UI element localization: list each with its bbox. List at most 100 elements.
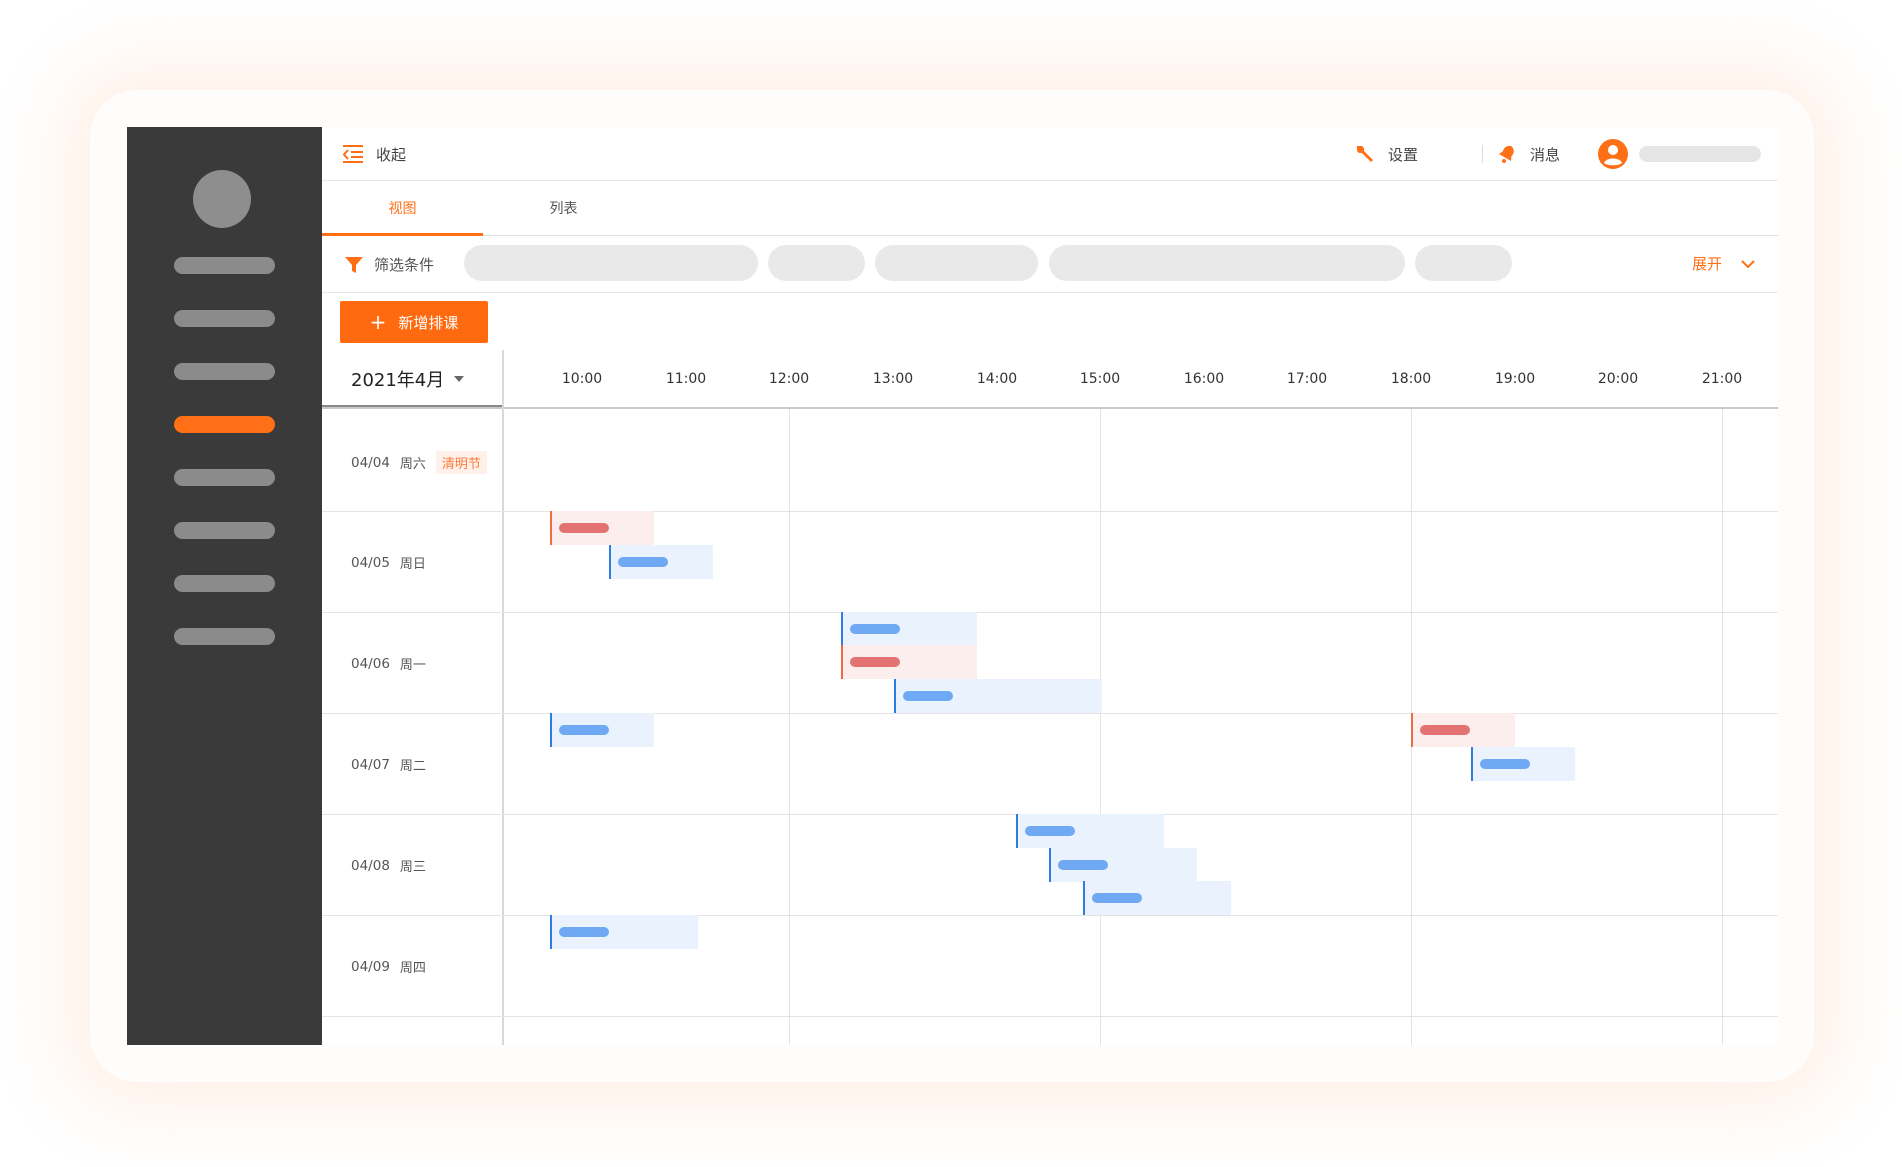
schedule-event[interactable] bbox=[894, 679, 1102, 713]
collapse-button[interactable]: 收起 bbox=[342, 143, 406, 165]
user-name-placeholder[interactable] bbox=[1639, 146, 1761, 162]
event-title-placeholder bbox=[1480, 759, 1530, 769]
day-row-label: 04/06 周一 bbox=[351, 654, 426, 674]
time-label: 19:00 bbox=[1494, 371, 1536, 387]
expand-button[interactable]: 展开 bbox=[1692, 253, 1756, 274]
app-window: 收起 设置 消息 视图 列表 筛选条件 展开 + 新增排课 2021年4月 10… bbox=[127, 127, 1778, 1045]
day-date: 04/08 bbox=[351, 857, 390, 874]
user-avatar-icon[interactable] bbox=[1597, 138, 1629, 170]
time-label: 10:00 bbox=[561, 371, 603, 387]
day-weekday: 周三 bbox=[399, 860, 426, 875]
filter-bar: 筛选条件 展开 bbox=[322, 236, 1778, 293]
schedule-event[interactable] bbox=[841, 645, 977, 679]
messages-label: 消息 bbox=[1530, 145, 1561, 164]
event-title-placeholder bbox=[1420, 725, 1470, 735]
filter-pill-5[interactable] bbox=[1415, 245, 1512, 281]
time-label: 17:00 bbox=[1286, 371, 1328, 387]
time-label: 12:00 bbox=[768, 371, 810, 387]
day-date: 04/04 bbox=[351, 454, 390, 471]
event-title-placeholder bbox=[559, 725, 609, 735]
time-label: 15:00 bbox=[1079, 371, 1121, 387]
filter-title: 筛选条件 bbox=[344, 254, 434, 275]
filter-pill-4[interactable] bbox=[1049, 245, 1405, 281]
plus-icon: + bbox=[369, 310, 387, 334]
day-row-label: 04/09 周四 bbox=[351, 957, 426, 977]
day-row-label: 04/08 周三 bbox=[351, 856, 426, 876]
wrench-icon bbox=[1357, 146, 1373, 162]
grid-hline bbox=[322, 612, 1778, 613]
view-tabs: 视图 列表 bbox=[322, 181, 1778, 236]
sidebar-item-3[interactable] bbox=[174, 363, 275, 380]
grid-hline bbox=[322, 1016, 1778, 1017]
add-schedule-button[interactable]: + 新增排课 bbox=[340, 301, 488, 343]
event-title-placeholder bbox=[1058, 860, 1108, 870]
day-weekday: 周六 bbox=[399, 457, 426, 472]
expand-label: 展开 bbox=[1692, 255, 1723, 273]
filter-funnel-icon bbox=[345, 256, 363, 273]
event-title-placeholder bbox=[618, 557, 668, 567]
schedule-event[interactable] bbox=[1083, 881, 1231, 915]
time-label: 14:00 bbox=[976, 371, 1018, 387]
collapse-label: 收起 bbox=[376, 145, 407, 164]
sidebar-item-2[interactable] bbox=[174, 310, 275, 327]
settings-button[interactable]: 设置 bbox=[1354, 141, 1418, 167]
grid-vline bbox=[1722, 409, 1723, 1045]
schedule-event[interactable] bbox=[550, 915, 698, 949]
event-title-placeholder bbox=[559, 523, 609, 533]
sidebar-item-1[interactable] bbox=[174, 257, 275, 274]
schedule-event[interactable] bbox=[1049, 848, 1197, 882]
schedule-grid: 2021年4月 10:00 11:00 12:00 13:00 14:00 15… bbox=[322, 350, 1778, 1045]
topbar-divider bbox=[1482, 145, 1483, 163]
day-row-label: 04/04 周六 清明节 bbox=[351, 451, 487, 474]
filter-pill-3[interactable] bbox=[875, 245, 1038, 281]
month-selector[interactable]: 2021年4月 bbox=[351, 366, 465, 392]
schedule-event[interactable] bbox=[841, 612, 977, 646]
tab-view[interactable]: 视图 bbox=[322, 181, 483, 236]
schedule-event[interactable] bbox=[1471, 747, 1575, 781]
filter-pill-1[interactable] bbox=[464, 245, 758, 281]
time-label: 16:00 bbox=[1183, 371, 1225, 387]
grid-hline bbox=[322, 713, 1778, 714]
schedule-event[interactable] bbox=[1016, 814, 1164, 848]
sidebar-item-5[interactable] bbox=[174, 469, 275, 486]
grid-vline bbox=[789, 409, 790, 1045]
add-schedule-label: 新增排课 bbox=[398, 313, 459, 332]
grid-hline bbox=[322, 511, 1778, 512]
event-title-placeholder bbox=[903, 691, 953, 701]
event-title-placeholder bbox=[1025, 826, 1075, 836]
grid-vline bbox=[1100, 409, 1101, 1045]
time-label: 21:00 bbox=[1701, 371, 1743, 387]
collapse-menu-icon bbox=[342, 145, 363, 163]
schedule-event[interactable] bbox=[550, 713, 654, 747]
month-underline bbox=[322, 405, 502, 407]
sidebar-item-7[interactable] bbox=[174, 575, 275, 592]
sidebar-item-6[interactable] bbox=[174, 522, 275, 539]
filter-label: 筛选条件 bbox=[374, 256, 435, 274]
day-date: 04/05 bbox=[351, 554, 390, 571]
day-row-label: 04/07 周二 bbox=[351, 755, 426, 775]
sidebar-avatar[interactable] bbox=[193, 170, 251, 228]
day-date: 04/09 bbox=[351, 958, 390, 975]
time-label: 11:00 bbox=[665, 371, 707, 387]
chevron-down-icon bbox=[1741, 259, 1755, 268]
schedule-event[interactable] bbox=[550, 511, 654, 545]
sidebar-item-8[interactable] bbox=[174, 628, 275, 645]
schedule-event[interactable] bbox=[609, 545, 713, 579]
grid-header: 2021年4月 10:00 11:00 12:00 13:00 14:00 15… bbox=[322, 350, 1778, 409]
event-title-placeholder bbox=[850, 657, 900, 667]
day-row-label: 04/05 周日 bbox=[351, 553, 426, 573]
filter-pill-2[interactable] bbox=[768, 245, 865, 281]
settings-label: 设置 bbox=[1388, 145, 1419, 164]
sidebar-item-active[interactable] bbox=[174, 416, 275, 433]
event-title-placeholder bbox=[1092, 893, 1142, 903]
time-label: 13:00 bbox=[872, 371, 914, 387]
time-label: 18:00 bbox=[1390, 371, 1432, 387]
sidebar bbox=[127, 127, 322, 1045]
schedule-event[interactable] bbox=[1411, 713, 1515, 747]
holiday-badge: 清明节 bbox=[435, 451, 487, 474]
tab-list[interactable]: 列表 bbox=[483, 181, 644, 235]
day-date: 04/07 bbox=[351, 756, 390, 773]
grid-hline bbox=[322, 915, 1778, 916]
messages-button[interactable]: 消息 bbox=[1496, 141, 1560, 167]
month-label: 2021年4月 bbox=[351, 370, 445, 391]
